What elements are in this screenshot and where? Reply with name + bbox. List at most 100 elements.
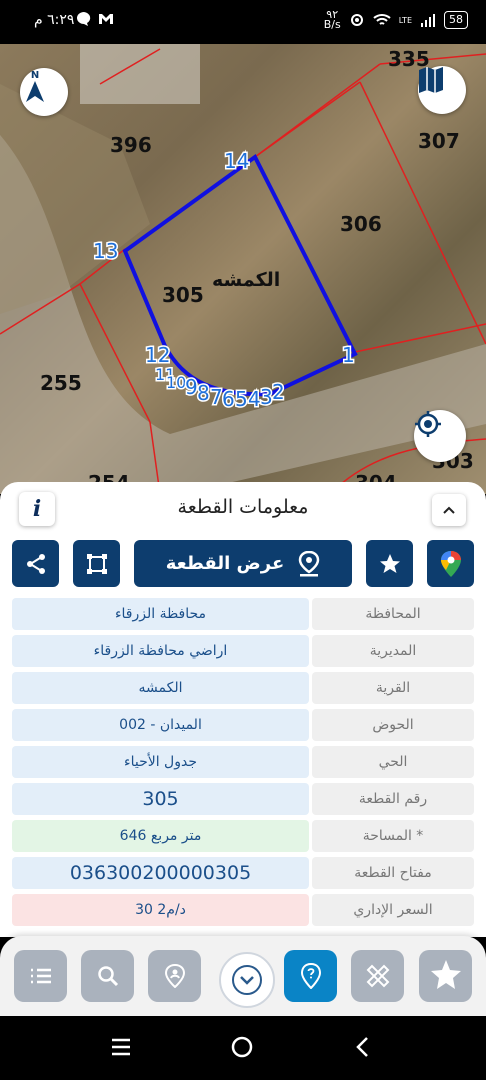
search-button[interactable] xyxy=(81,950,134,1002)
map-pin-icon xyxy=(298,550,320,576)
info-row: الكمشه القرية xyxy=(12,672,474,704)
info-row-label: المساحة * xyxy=(312,820,474,852)
point-label-7: 7 xyxy=(210,385,223,409)
point-label-5: 5 xyxy=(235,387,248,411)
system-navigation xyxy=(0,1016,486,1080)
measure-button[interactable] xyxy=(351,950,404,1002)
signal-icon xyxy=(421,14,435,27)
parcel-info-sheet: i معلومات القطعة عرض القطعة محافظة الزرق… xyxy=(0,482,486,937)
wifi-icon xyxy=(373,14,391,25)
location-search-button[interactable] xyxy=(148,950,201,1002)
point-label-14: 14 xyxy=(224,149,249,173)
point-label-1: 1 xyxy=(342,343,355,367)
parcel-label-306: 306 xyxy=(340,212,382,236)
collapse-button[interactable] xyxy=(432,494,466,526)
chevron-up-icon xyxy=(443,506,455,514)
back-icon[interactable] xyxy=(355,1036,369,1058)
parcel-label-255: 255 xyxy=(40,371,82,395)
polygon-icon xyxy=(86,553,107,574)
info-row: جدول الأحياء الحي xyxy=(12,746,474,778)
parcel-label-305: 305 xyxy=(162,283,204,307)
home-icon[interactable] xyxy=(231,1036,253,1058)
point-label-12: 12 xyxy=(145,343,170,367)
info-row: محافظة الزرقاء المحافظة xyxy=(12,598,474,630)
recent-apps-icon[interactable] xyxy=(111,1038,131,1056)
search-icon xyxy=(97,966,118,987)
info-row-value: 305 xyxy=(12,783,309,815)
info-row: 646 متر مربع المساحة * xyxy=(12,820,474,852)
ruler-pencil-icon xyxy=(366,964,389,988)
show-parcel-button[interactable]: عرض القطعة xyxy=(134,540,352,587)
point-label-8: 8 xyxy=(197,381,210,405)
satellite-map[interactable]: 335 396 307 306 305 255 254 303 304 الكم… xyxy=(0,44,486,494)
point-label-2: 2 xyxy=(272,380,285,404)
point-label-9: 9 xyxy=(185,375,198,399)
notification-icons xyxy=(76,11,114,27)
location-icon xyxy=(350,14,363,26)
lte-label: LTE xyxy=(398,15,412,25)
info-row-value: اراضي محافظة الزرقاء xyxy=(12,635,309,667)
point-label-4: 4 xyxy=(248,387,261,411)
google-maps-icon xyxy=(440,550,461,577)
point-label-10: 10 xyxy=(166,373,186,392)
location-person-icon xyxy=(164,964,185,988)
map-icon xyxy=(419,67,443,93)
favorites-nav-button[interactable] xyxy=(419,950,472,1002)
point-label-6: 6 xyxy=(222,387,235,411)
status-right: ٩٢ B/s LTE 58 xyxy=(323,8,468,31)
share-button[interactable] xyxy=(12,540,59,587)
bottom-navigation xyxy=(0,936,486,1016)
status-bar: ٦:٢٩ م ٩٢ B/s LTE 58 xyxy=(0,0,486,44)
info-row: 305 رقم القطعة xyxy=(12,783,474,815)
message-icon xyxy=(77,12,91,26)
village-label: الكمشه xyxy=(212,269,280,291)
chevron-down-icon xyxy=(232,965,262,995)
info-row: 30 د/م2 السعر الإداري xyxy=(12,894,474,926)
info-row-value: محافظة الزرقاء xyxy=(12,598,309,630)
star-badge-icon xyxy=(430,960,461,989)
point-label-3: 3 xyxy=(260,385,273,409)
google-maps-button[interactable] xyxy=(427,540,474,587)
list-button[interactable] xyxy=(14,950,67,1002)
svg-text:N: N xyxy=(31,70,39,81)
parcel-label-396: 396 xyxy=(110,133,152,157)
expand-toggle-button[interactable] xyxy=(219,952,275,1008)
info-row-label: مفتاح القطعة xyxy=(312,857,474,889)
clock: ٦:٢٩ م xyxy=(34,12,75,28)
boundary-button[interactable] xyxy=(73,540,120,587)
info-row-value: 036300200000305 xyxy=(12,857,309,889)
info-row-label: رقم القطعة xyxy=(312,783,474,815)
my-location-button[interactable] xyxy=(414,410,466,462)
info-row-label: السعر الإداري xyxy=(312,894,474,926)
action-bar: عرض القطعة xyxy=(0,540,486,587)
point-label-13: 13 xyxy=(93,239,118,263)
map-layers-button[interactable] xyxy=(418,66,466,114)
info-row: 036300200000305 مفتاح القطعة xyxy=(12,857,474,889)
sheet-title: معلومات القطعة xyxy=(177,496,309,518)
info-row-value: 646 متر مربع xyxy=(12,820,309,852)
info-row-value: الميدان - 002 xyxy=(12,709,309,741)
share-icon xyxy=(26,553,45,574)
parcel-query-button[interactable] xyxy=(284,950,337,1002)
list-icon xyxy=(30,968,51,984)
info-row-value: جدول الأحياء xyxy=(12,746,309,778)
info-row-value: الكمشه xyxy=(12,672,309,704)
info-row-label: الحي xyxy=(312,746,474,778)
crosshair-icon xyxy=(415,411,441,437)
info-row-label: الحوض xyxy=(312,709,474,741)
info-row: الميدان - 002 الحوض xyxy=(12,709,474,741)
north-arrow-icon: N xyxy=(26,70,44,102)
star-icon xyxy=(379,553,400,573)
info-row: اراضي محافظة الزرقاء المديرية xyxy=(12,635,474,667)
net-speed: ٩٢ B/s xyxy=(323,8,341,31)
gmail-icon xyxy=(99,14,113,24)
compass-button[interactable]: N xyxy=(20,68,68,116)
map-pin-question-icon xyxy=(300,963,321,989)
battery-icon: 58 xyxy=(444,11,468,29)
info-row-label: المديرية xyxy=(312,635,474,667)
sheet-header: i معلومات القطعة xyxy=(0,482,486,534)
favorite-button[interactable] xyxy=(366,540,413,587)
info-row-value: 30 د/م2 xyxy=(12,894,309,926)
info-row-label: القرية xyxy=(312,672,474,704)
show-parcel-label: عرض القطعة xyxy=(165,553,285,574)
